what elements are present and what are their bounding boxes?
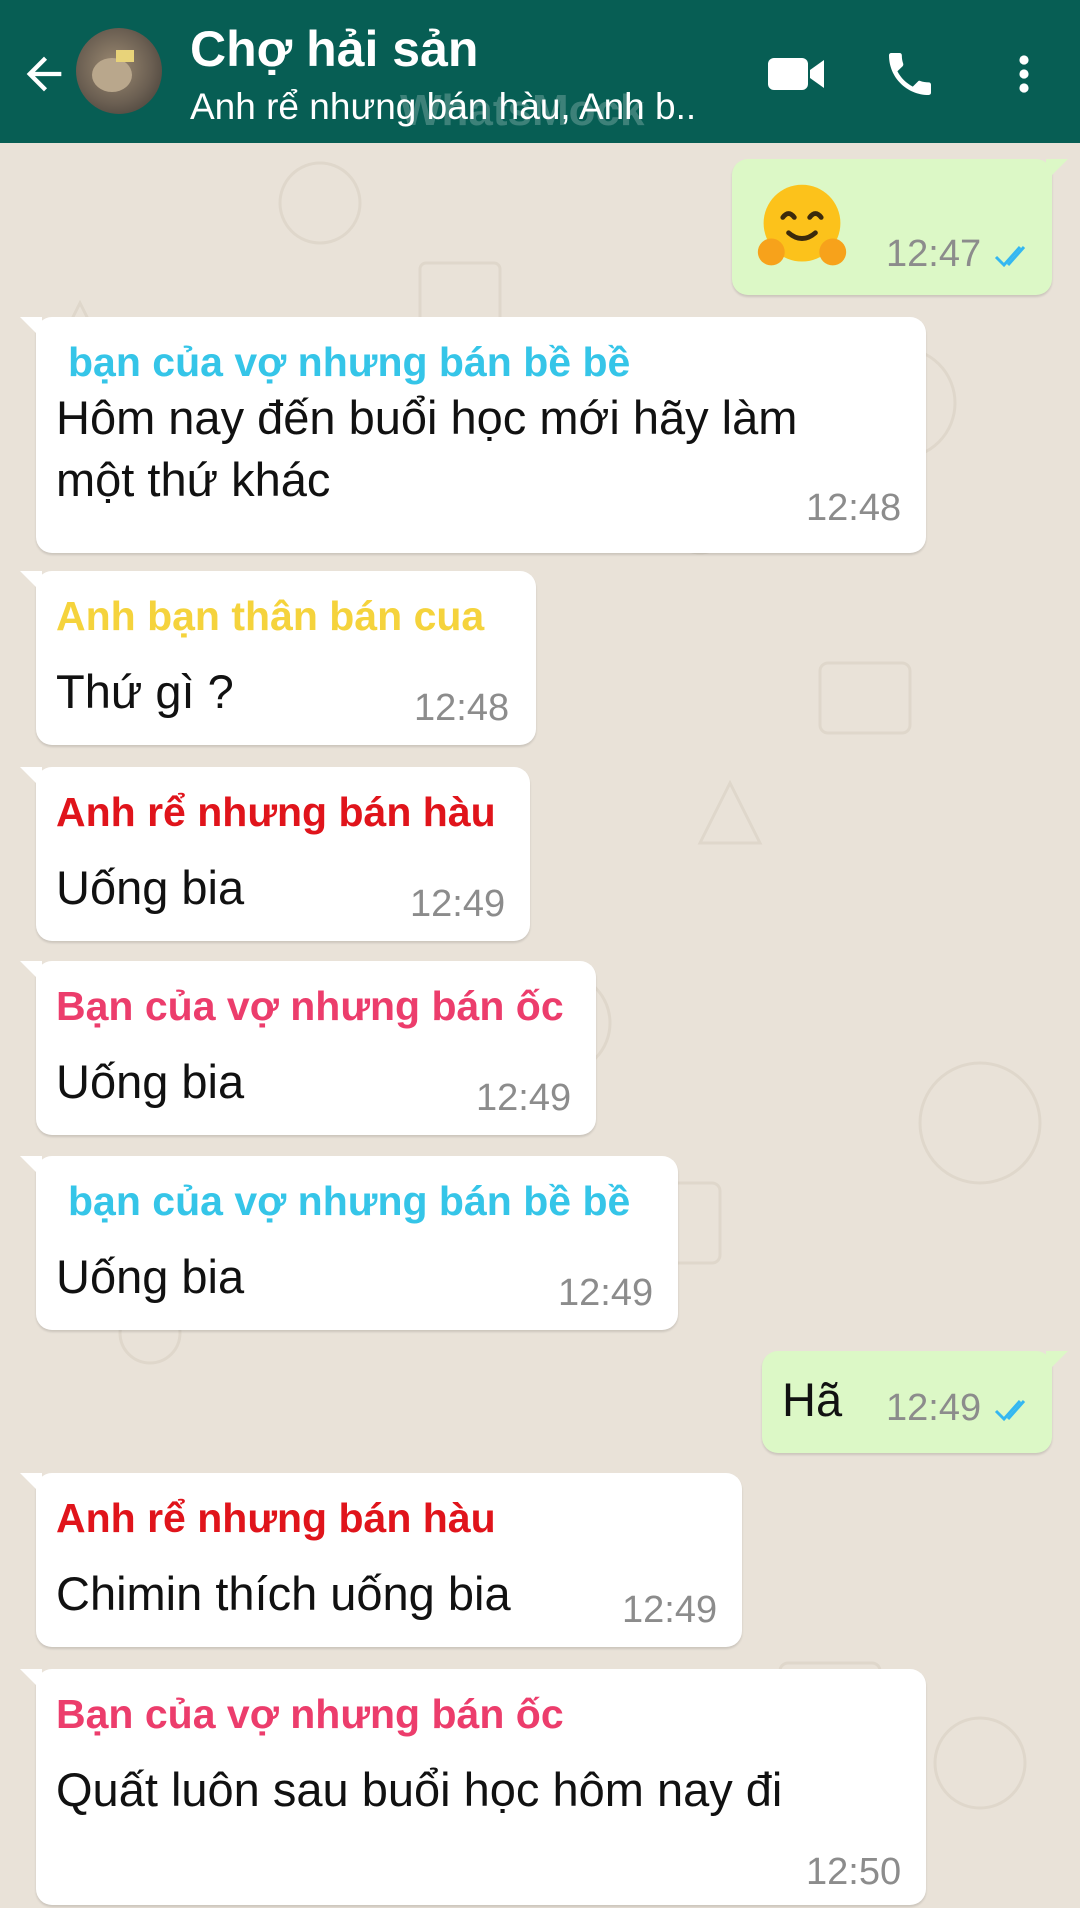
message-time: 12:48: [414, 687, 510, 729]
sender-name[interactable]: bạn của vợ nhưng bán bề bề: [68, 1178, 630, 1225]
message-time: 12:49: [410, 883, 506, 925]
incoming-message[interactable]: Bạn của vợ nhưng bán ốc Quất luôn sau bu…: [20, 1669, 926, 1905]
message-text: Chimin thích uống bia: [56, 1567, 511, 1620]
message-text: Uống bia: [56, 1250, 245, 1303]
chat-title[interactable]: Chợ hải sản: [190, 20, 478, 78]
hugging-face-emoji-icon: [757, 184, 847, 266]
outgoing-message[interactable]: Hã 12:49: [762, 1351, 1068, 1453]
incoming-message[interactable]: Anh bạn thân bán cua Thứ gì ? 12:48: [20, 571, 536, 745]
message-time: 12:50: [806, 1851, 902, 1893]
message-text: Hôm nay đến buổi học mới hãy làm một thứ…: [56, 391, 798, 506]
outgoing-message[interactable]: 12:47: [732, 159, 1068, 295]
incoming-message[interactable]: Anh rể nhưng bán hàu Chimin thích uống b…: [20, 1473, 742, 1647]
arrow-left-icon[interactable]: [18, 48, 70, 100]
incoming-message[interactable]: Bạn của vợ nhưng bán ốc Uống bia 12:49: [20, 961, 596, 1135]
message-time: 12:49: [558, 1272, 654, 1314]
group-avatar[interactable]: [76, 28, 162, 114]
sender-name[interactable]: Bạn của vợ nhưng bán ốc: [56, 983, 564, 1030]
message-time: 12:47: [886, 233, 982, 275]
incoming-message[interactable]: Anh rể nhưng bán hàu Uống bia 12:49: [20, 767, 530, 941]
message-time: 12:48: [806, 487, 902, 529]
incoming-message[interactable]: bạn của vợ nhưng bán bề bề Uống bia 12:4…: [20, 1156, 678, 1330]
sender-name[interactable]: bạn của vợ nhưng bán bề bề: [68, 339, 630, 386]
phone-icon[interactable]: [878, 46, 942, 102]
chat-participants[interactable]: Anh rể nhưng bán hàu, Anh b..: [190, 86, 696, 128]
message-text: Quất luôn sau buổi học hôm nay đi: [56, 1763, 783, 1816]
video-call-icon[interactable]: [764, 46, 828, 102]
sender-name[interactable]: Anh bạn thân bán cua: [56, 593, 484, 640]
message-text: Uống bia: [56, 1055, 245, 1108]
chat-header: Chợ hải sản WhatsMock Anh rể nhưng bán h…: [0, 0, 1080, 143]
sender-name[interactable]: Bạn của vợ nhưng bán ốc: [56, 1691, 564, 1738]
chat-area[interactable]: 12:47 bạn của vợ nhưng bán bề bề Hôm nay…: [0, 143, 1080, 1908]
message-time: 12:49: [476, 1077, 572, 1119]
message-time: 12:49: [886, 1387, 982, 1429]
sender-name[interactable]: Anh rể nhưng bán hàu: [56, 789, 496, 836]
message-time: 12:49: [622, 1589, 718, 1631]
read-ticks-icon: [994, 246, 1026, 268]
more-vert-icon[interactable]: [1000, 46, 1048, 102]
message-text: Uống bia: [56, 861, 245, 914]
sender-name[interactable]: Anh rể nhưng bán hàu: [56, 1495, 496, 1542]
message-text: Thứ gì ?: [56, 665, 234, 718]
message-text: Hã: [782, 1373, 843, 1426]
incoming-message[interactable]: bạn của vợ nhưng bán bề bề Hôm nay đến b…: [20, 317, 926, 553]
read-ticks-icon: [994, 1400, 1026, 1422]
